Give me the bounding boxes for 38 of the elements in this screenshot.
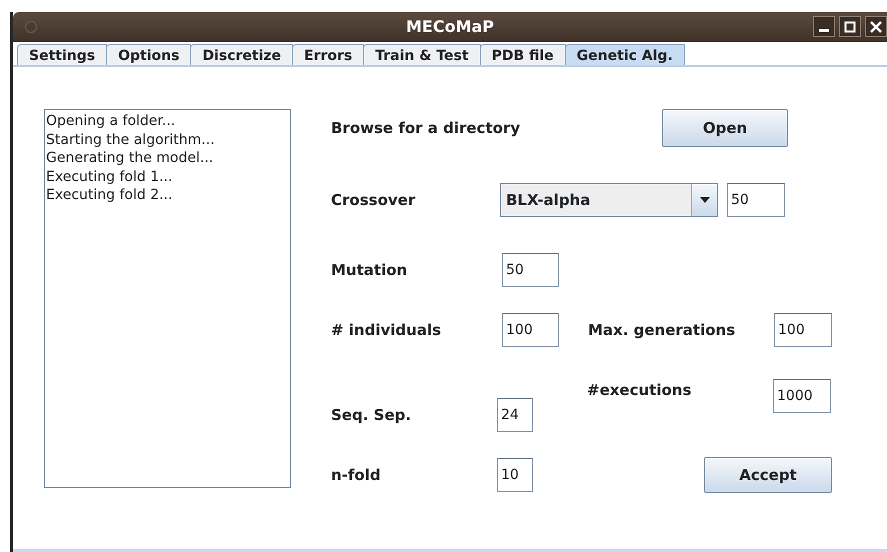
field-label: Max. generations	[588, 320, 736, 341]
field-label: # individuals	[331, 320, 442, 341]
input-field[interactable]: 10	[497, 458, 533, 492]
tab[interactable]: PDB file	[480, 44, 566, 65]
log-line: Generating the model...	[46, 149, 214, 168]
tab[interactable]: Train & Test	[363, 44, 481, 65]
log-line: Executing fold 2...	[46, 186, 174, 204]
field-label: n-fold	[331, 464, 382, 486]
input-field[interactable]: 50	[727, 183, 785, 217]
log-line: Starting the algorithm...	[46, 130, 216, 149]
log-line: Opening a folder...	[46, 112, 176, 130]
dropdown-arrow-icon	[698, 196, 710, 204]
maximize-icon	[844, 20, 856, 32]
tab[interactable]: Genetic Alg.	[564, 44, 685, 65]
log-line: Executing fold 1...	[46, 168, 174, 186]
window-title: MECoMaP	[406, 16, 494, 38]
field-label: Crossover	[331, 190, 416, 211]
input-field[interactable]: 24	[497, 398, 533, 432]
close-button[interactable]	[865, 16, 887, 37]
open-button[interactable]: Open	[662, 109, 788, 147]
maximize-button[interactable]	[839, 16, 861, 37]
tab[interactable]: Options	[106, 44, 192, 65]
minimize-icon	[819, 29, 829, 32]
input-field[interactable]: 100	[502, 313, 559, 347]
field-label: Mutation	[331, 260, 408, 281]
input-field[interactable]: 1000	[773, 379, 831, 413]
crossover-dropdown[interactable]: BLX-alpha	[500, 183, 718, 217]
close-icon	[870, 20, 882, 32]
tab[interactable]: Settings	[17, 44, 108, 65]
accept-button[interactable]: Accept	[704, 457, 832, 493]
input-field[interactable]: 100	[774, 313, 832, 347]
tab[interactable]: Errors	[292, 44, 364, 65]
minimize-button[interactable]	[813, 16, 835, 37]
input-field[interactable]: 50	[502, 253, 559, 287]
tab[interactable]: Discretize	[190, 44, 294, 65]
field-label: Browse for a directory	[331, 118, 522, 139]
field-label: #executions	[587, 380, 692, 401]
field-label: Seq. Sep.	[331, 404, 412, 426]
